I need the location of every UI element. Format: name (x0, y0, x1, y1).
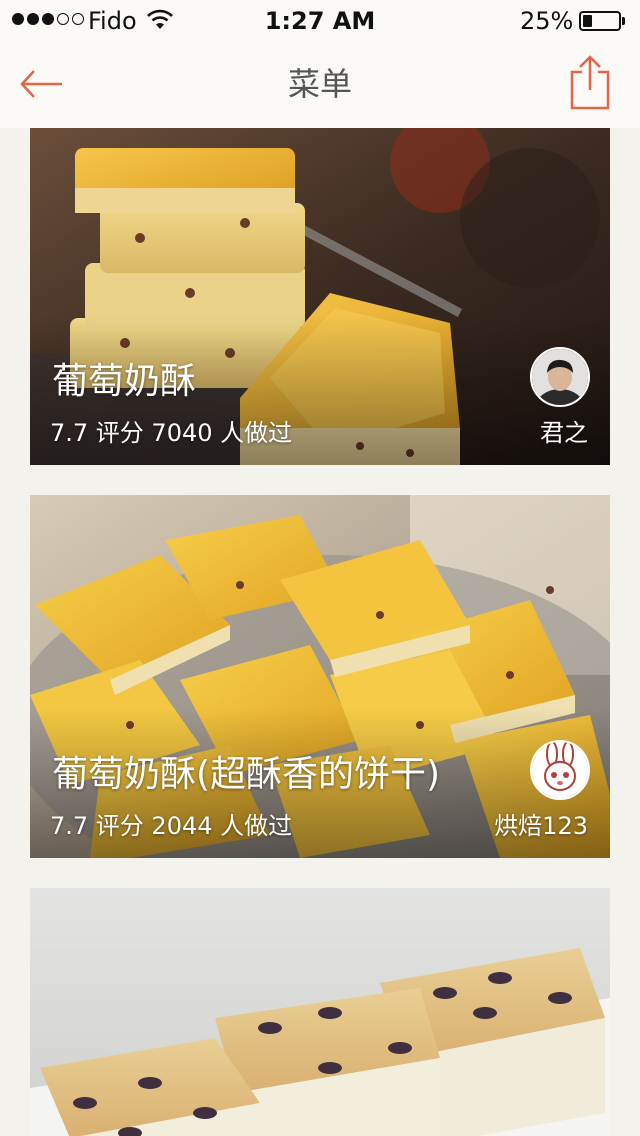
share-icon (570, 55, 610, 110)
recipe-feed[interactable]: 葡萄奶酥 7.7 评分 7040 人做过 君之 葡萄奶酥(超酥香的饼干) 7.7… (0, 128, 640, 1136)
recipe-card[interactable] (30, 888, 610, 1136)
recipe-card[interactable]: 葡萄奶酥 7.7 评分 7040 人做过 君之 (30, 128, 610, 465)
recipe-photo (30, 888, 610, 1136)
author-name[interactable]: 君之 (540, 418, 588, 448)
battery-percent: 25% (520, 7, 574, 35)
avatar-photo-icon (532, 349, 588, 405)
author-avatar[interactable] (530, 347, 590, 407)
avatar-bunny-icon (532, 742, 588, 798)
share-button[interactable] (566, 54, 614, 112)
recipe-title: 葡萄奶酥(超酥香的饼干) (52, 754, 441, 795)
status-bar: Fido 1:27 AM 25% (0, 0, 640, 40)
author-avatar[interactable] (530, 740, 590, 800)
recipe-title: 葡萄奶酥 (52, 361, 197, 402)
author-name[interactable]: 烘焙123 (494, 811, 588, 841)
nav-bar: 菜单 (0, 40, 640, 128)
battery-icon (579, 11, 625, 31)
recipe-card[interactable]: 葡萄奶酥(超酥香的饼干) 7.7 评分 2044 人做过 烘焙123 (30, 495, 610, 858)
battery-level-fill (583, 15, 592, 27)
recipe-stats: 7.7 评分 7040 人做过 (50, 419, 293, 447)
recipe-stats: 7.7 评分 2044 人做过 (50, 812, 293, 840)
page-title: 菜单 (287, 65, 352, 103)
